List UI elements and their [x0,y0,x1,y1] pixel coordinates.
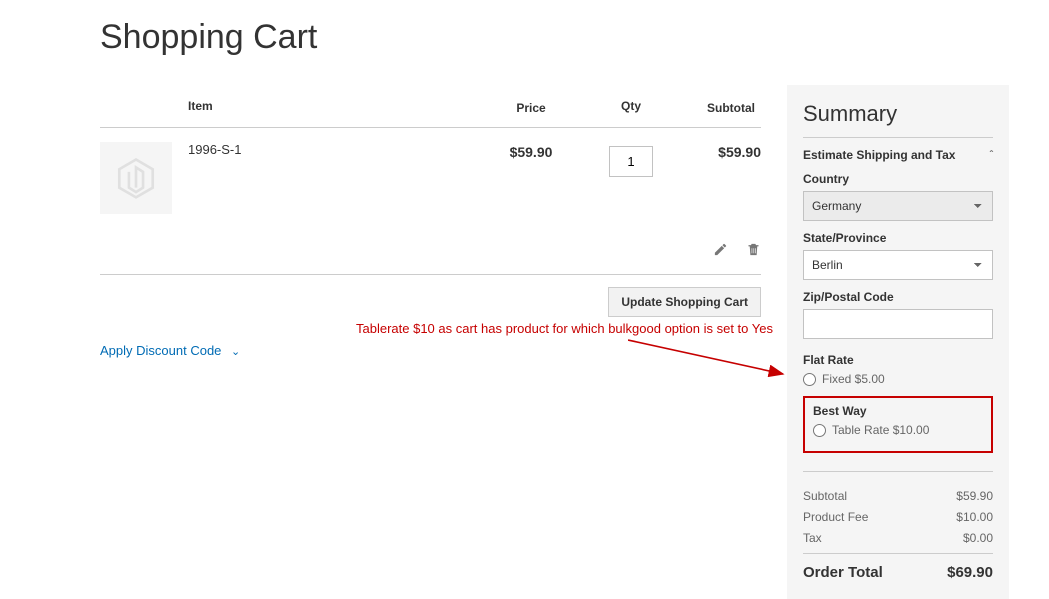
order-total-label: Order Total [803,564,883,581]
trash-icon [746,242,761,257]
estimate-toggle[interactable]: Estimate Shipping and Tax ˆ [803,148,993,162]
cart-table: Item Price Qty Subtotal 1996-S-1 [100,85,761,274]
subtotal-value: $59.90 [956,489,993,503]
state-select[interactable]: Berlin [803,250,993,280]
apply-discount-toggle[interactable]: Apply Discount Code ⌄ [100,343,761,358]
product-image-placeholder [100,142,172,214]
cart-main: Item Price Qty Subtotal 1996-S-1 [100,85,761,599]
cart-row: 1996-S-1 $59.90 $59.90 [100,128,761,229]
product-price: $59.90 [471,128,591,229]
flat-rate-label: Fixed $5.00 [822,372,885,386]
apply-discount-label: Apply Discount Code [100,343,221,358]
tax-value: $0.00 [963,531,993,545]
best-way-title: Best Way [813,404,983,418]
zip-input[interactable] [803,309,993,339]
pencil-icon [713,242,728,257]
page-title: Shopping Cart [100,18,1009,57]
product-subtotal: $59.90 [671,128,761,229]
state-label: State/Province [803,231,993,245]
remove-item-button[interactable] [746,242,761,260]
fee-value: $10.00 [956,510,993,524]
estimate-label: Estimate Shipping and Tax [803,148,955,162]
fee-label: Product Fee [803,510,868,524]
edit-item-button[interactable] [713,242,728,260]
summary-sidebar: Summary Estimate Shipping and Tax ˆ Coun… [787,85,1009,599]
subtotal-label: Subtotal [803,489,847,503]
best-way-option[interactable]: Table Rate $10.00 [813,423,983,437]
tax-label: Tax [803,531,822,545]
flat-rate-radio[interactable] [803,373,816,386]
qty-input[interactable] [609,146,653,177]
col-header-price: Price [471,85,591,128]
chevron-down-icon: ⌄ [231,345,240,358]
flat-rate-title: Flat Rate [803,353,993,367]
summary-title: Summary [803,101,993,138]
best-way-highlight: Best Way Table Rate $10.00 [803,396,993,453]
best-way-radio[interactable] [813,424,826,437]
order-total-value: $69.90 [947,564,993,581]
product-name: 1996-S-1 [188,128,471,229]
magento-icon [114,156,158,200]
col-header-item: Item [188,85,471,128]
best-way-label: Table Rate $10.00 [832,423,929,437]
country-select[interactable]: Germany [803,191,993,221]
totals-block: Subtotal $59.90 Product Fee $10.00 Tax $… [803,471,993,581]
chevron-up-icon: ˆ [990,150,993,161]
col-header-subtotal: Subtotal [671,85,761,128]
update-cart-button[interactable]: Update Shopping Cart [608,287,761,317]
country-label: Country [803,172,993,186]
flat-rate-option[interactable]: Fixed $5.00 [803,372,993,386]
zip-label: Zip/Postal Code [803,290,993,304]
col-header-qty: Qty [591,85,671,128]
